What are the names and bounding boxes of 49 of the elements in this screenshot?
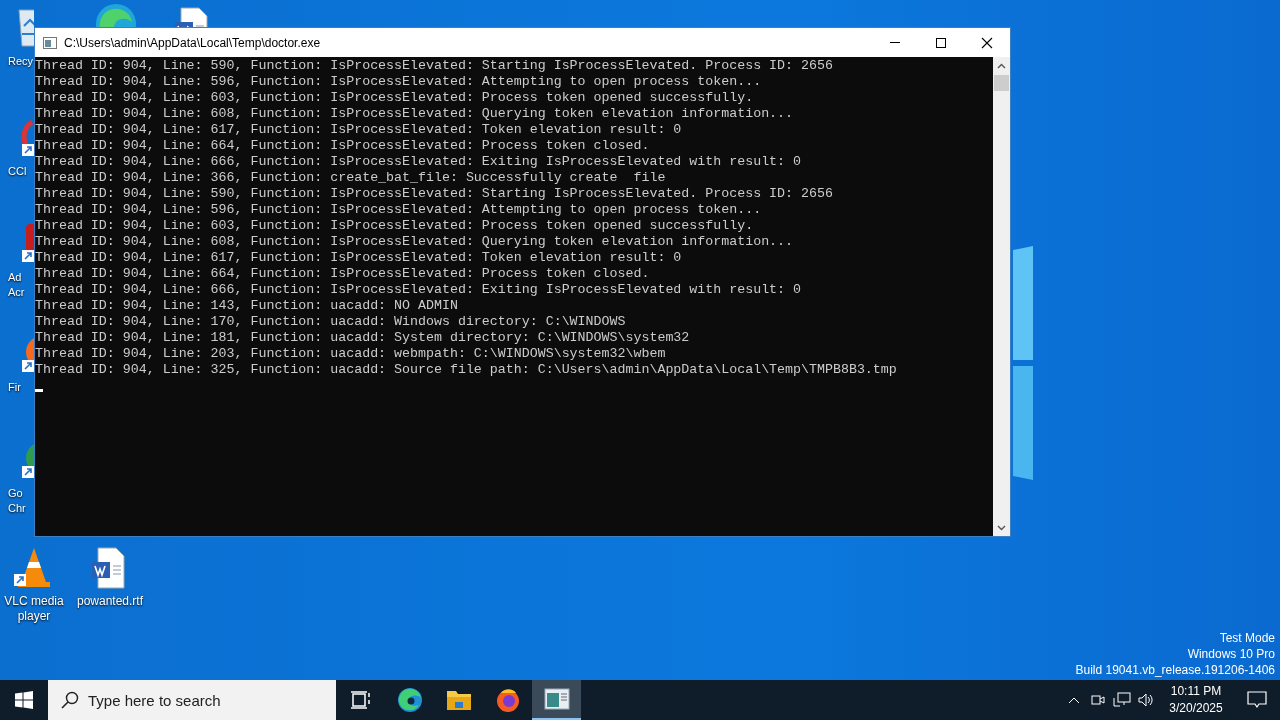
log-line: Thread ID: 904, Line: 596, Function: IsProcessElevated: Attempting to open process token... xyxy=(35,74,763,90)
search-icon xyxy=(61,691,79,709)
caret-up-icon xyxy=(997,62,1006,69)
caret-down-icon xyxy=(997,524,1006,531)
icon-label[interactable]: Recy xyxy=(8,54,34,69)
log-line: Thread ID: 904, Line: 203, Function: uacadd: webmpath: C:\WINDOWS\system32\wbem xyxy=(35,346,667,362)
log-line: Thread ID: 904, Line: 664, Function: IsProcessElevated: Process token closed. xyxy=(35,138,651,154)
icon-label[interactable]: CCl xyxy=(8,164,27,179)
window-title: C:\Users\admin\AppData\Local\Temp\doctor.exe xyxy=(64,35,322,50)
console-app-icon xyxy=(43,36,57,49)
scroll-thumb[interactable] xyxy=(994,75,1009,91)
firefox-icon xyxy=(494,687,521,713)
scrollbar[interactable] xyxy=(993,57,1010,536)
clock[interactable]: 10:11 PM 3/20/2025 xyxy=(1158,683,1234,717)
log-line: Thread ID: 904, Line: 664, Function: IsProcessElevated: Process token closed. xyxy=(35,266,651,282)
task-view-icon xyxy=(349,689,372,711)
taskbar-app-button[interactable] xyxy=(532,680,581,720)
minimize-icon xyxy=(890,42,900,43)
system-info-text: Windows 10 Pro xyxy=(1187,646,1275,662)
icon-label[interactable]: Ad Acr xyxy=(8,270,25,300)
log-line: Thread ID: 904, Line: 617, Function: IsProcessElevated: Token elevation result: 0 xyxy=(35,122,683,138)
system-info-text: Build 19041.vb_release.191206-1406 xyxy=(1075,662,1275,678)
log-line: Thread ID: 904, Line: 608, Function: IsProcessElevated: Querying token elevation information... xyxy=(35,234,795,250)
log-line: Thread ID: 904, Line: 608, Function: IsProcessElevated: Querying token elevation information... xyxy=(35,106,795,122)
log-line: Thread ID: 904, Line: 666, Function: IsProcessElevated: Exiting IsProcessElevated with result: 0 xyxy=(35,154,803,170)
icon-label[interactable]: Go Chr xyxy=(8,486,26,516)
log-line: Thread ID: 904, Line: 603, Function: IsProcessElevated: Process token opened successfully. xyxy=(35,90,755,106)
log-line: Thread ID: 904, Line: 366, Function: create_bat_file: Successfully create file xyxy=(35,170,667,186)
folder-icon xyxy=(445,688,472,712)
log-line: Thread ID: 904, Line: 596, Function: IsProcessElevated: Attempting to open process token... xyxy=(35,202,763,218)
log-line: Thread ID: 904, Line: 617, Function: IsProcessElevated: Token elevation result: 0 xyxy=(35,250,683,266)
log-line: Thread ID: 904, Line: 181, Function: uacadd: System directory: C:\WINDOWS\system32 xyxy=(35,330,691,346)
close-icon xyxy=(981,36,993,49)
log-line: Thread ID: 904, Line: 325, Function: uacadd: Source file path: C:\Users\admin\AppData\Local\Temp\TMPB8B3.tmp xyxy=(35,362,898,378)
log-line: Thread ID: 904, Line: 666, Function: IsProcessElevated: Exiting IsProcessElevated with result: 0 xyxy=(35,282,803,298)
log-line: Thread ID: 904, Line: 590, Function: IsProcessElevated: Starting IsProcessElevated. Process ID: 2656 xyxy=(35,58,834,74)
icon-label[interactable]: Fir xyxy=(8,380,21,395)
browser-icon xyxy=(396,687,423,713)
log-line: Thread ID: 904, Line: 143, Function: uacadd: NO ADMIN xyxy=(35,298,459,314)
console-window-icon xyxy=(543,688,570,710)
system-info-text: Test Mode xyxy=(1219,630,1275,646)
search-field[interactable]: Type here to search xyxy=(48,680,336,720)
log-line: Thread ID: 904, Line: 603, Function: IsProcessElevated: Process token opened successfully. xyxy=(35,218,755,234)
log-line: Thread ID: 904, Line: 170, Function: uacadd: Windows directory: C:\WINDOWS xyxy=(35,314,627,330)
log-line: Thread ID: 904, Line: 590, Function: IsProcessElevated: Starting IsProcessElevated. Process ID: 2656 xyxy=(35,186,834,202)
icon-label[interactable]: VLC media player xyxy=(4,594,64,624)
windows-logo-icon xyxy=(15,691,33,709)
maximize-icon xyxy=(936,37,946,48)
icon-label[interactable]: powanted.rtf xyxy=(76,594,143,609)
